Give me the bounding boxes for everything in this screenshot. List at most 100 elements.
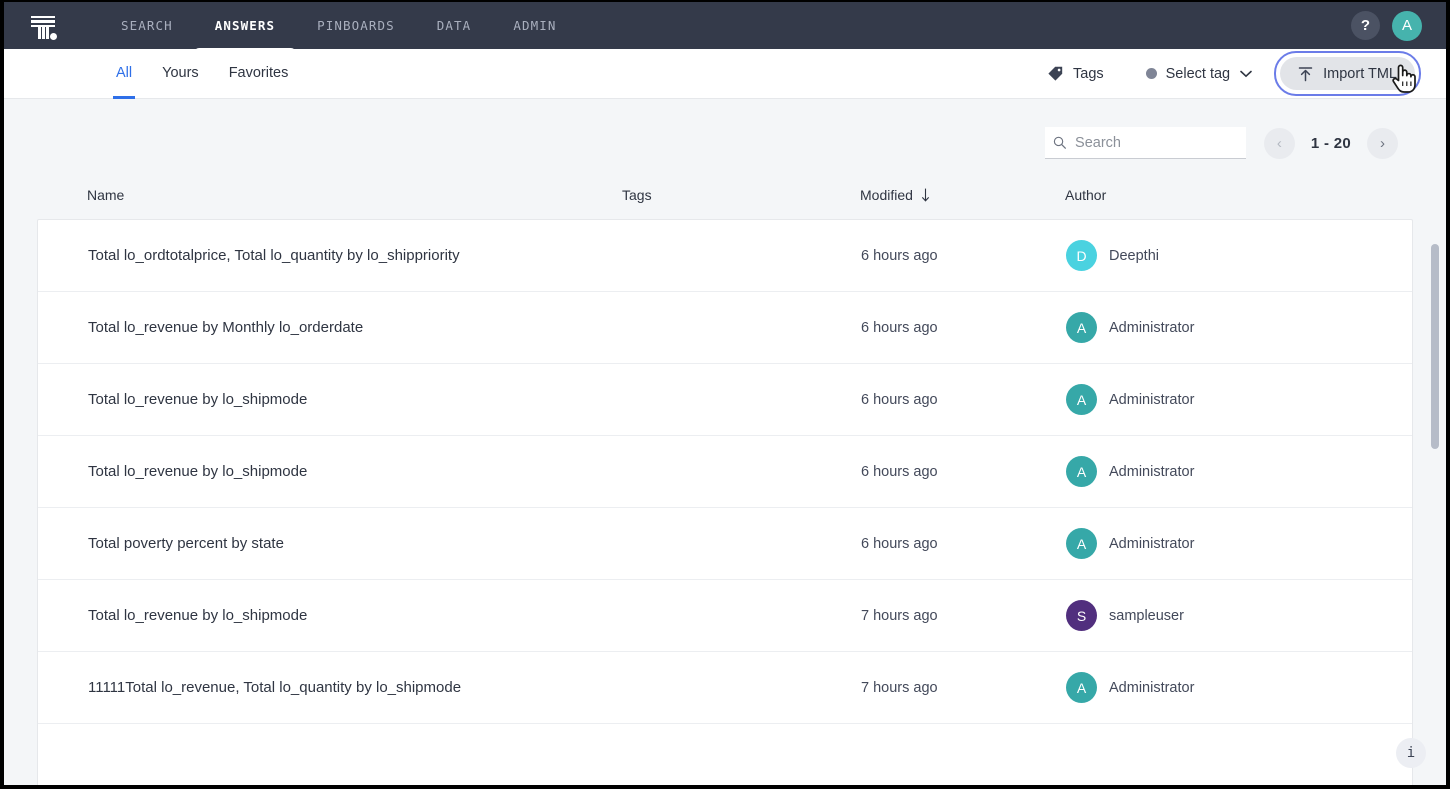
table-row[interactable]: 11111Total lo_revenue, Total lo_quantity… xyxy=(38,652,1412,724)
row-modified: 6 hours ago xyxy=(861,392,1066,408)
table-row[interactable]: Total lo_revenue by lo_shipmode 6 hours … xyxy=(38,436,1412,508)
author-name: Administrator xyxy=(1109,680,1194,696)
author-name: Administrator xyxy=(1109,392,1194,408)
search-box[interactable] xyxy=(1045,127,1246,159)
avatar: A xyxy=(1066,528,1097,559)
table-row[interactable]: Total lo_revenue by Monthly lo_orderdate… xyxy=(38,292,1412,364)
sub-navigation-bar: All Yours Favorites Tags Select tag xyxy=(4,49,1446,99)
tab-label: Yours xyxy=(162,65,199,81)
avatar-initial: A xyxy=(1077,464,1086,480)
row-name: Total lo_ordtotalprice, Total lo_quantit… xyxy=(38,247,623,264)
vertical-scrollbar-thumb[interactable] xyxy=(1431,244,1439,449)
user-avatar[interactable]: A xyxy=(1392,11,1422,41)
tab-favorites[interactable]: Favorites xyxy=(229,65,289,83)
help-icon[interactable]: ? xyxy=(1351,11,1380,40)
import-tml-button[interactable]: Import TML xyxy=(1280,57,1415,90)
nav-label: PINBOARDS xyxy=(317,18,395,33)
author-name: Administrator xyxy=(1109,536,1194,552)
row-modified: 7 hours ago xyxy=(861,680,1066,696)
row-author: A Administrator xyxy=(1066,312,1412,343)
tab-yours[interactable]: Yours xyxy=(162,65,199,83)
help-label: ? xyxy=(1361,17,1370,34)
avatar: A xyxy=(1066,672,1097,703)
avatar-initial: A xyxy=(1077,536,1086,552)
user-initial: A xyxy=(1402,17,1412,34)
row-author: A Administrator xyxy=(1066,456,1412,487)
main-nav-items: SEARCH ANSWERS PINBOARDS DATA ADMIN xyxy=(100,2,577,49)
row-name: 11111Total lo_revenue, Total lo_quantity… xyxy=(38,679,623,696)
next-page-icon: › xyxy=(1380,135,1385,152)
table-row[interactable] xyxy=(38,724,1412,785)
top-nav-actions: ? A xyxy=(1351,11,1446,41)
info-button[interactable]: i xyxy=(1396,738,1426,768)
prev-page-button[interactable]: ‹ xyxy=(1264,128,1295,159)
nav-label: DATA xyxy=(437,18,472,33)
row-modified: 6 hours ago xyxy=(861,464,1066,480)
row-author: A Administrator xyxy=(1066,384,1412,415)
search-input[interactable] xyxy=(1075,135,1238,151)
avatar: A xyxy=(1066,384,1097,415)
row-author: A Administrator xyxy=(1066,528,1412,559)
tag-icon xyxy=(1047,65,1064,82)
next-page-button[interactable]: › xyxy=(1367,128,1398,159)
avatar: S xyxy=(1066,600,1097,631)
row-modified: 6 hours ago xyxy=(861,248,1066,264)
nav-item-search[interactable]: SEARCH xyxy=(100,2,194,49)
nav-item-data[interactable]: DATA xyxy=(416,2,493,49)
tab-label: Favorites xyxy=(229,65,289,81)
avatar-initial: S xyxy=(1077,608,1086,624)
tag-color-dot-icon xyxy=(1146,68,1157,79)
table-row[interactable]: Total lo_ordtotalprice, Total lo_quantit… xyxy=(38,220,1412,292)
content-area: ‹ 1 - 20 › Name Tags Modified Author Tot… xyxy=(4,99,1446,785)
pagination: ‹ 1 - 20 › xyxy=(1264,128,1398,159)
row-author xyxy=(1066,745,1412,776)
table-row[interactable]: Total poverty percent by state 6 hours a… xyxy=(38,508,1412,580)
column-header-modified[interactable]: Modified xyxy=(860,187,1065,203)
table-row[interactable]: Total lo_revenue by lo_shipmode 7 hours … xyxy=(38,580,1412,652)
answers-table: Total lo_ordtotalprice, Total lo_quantit… xyxy=(37,219,1413,785)
sort-descending-icon xyxy=(920,188,931,202)
row-modified: 6 hours ago xyxy=(861,536,1066,552)
table-column-headers: Name Tags Modified Author xyxy=(37,187,1413,219)
column-header-tags[interactable]: Tags xyxy=(622,187,860,203)
row-modified: 7 hours ago xyxy=(861,608,1066,624)
nav-label: ANSWERS xyxy=(215,18,275,33)
search-icon xyxy=(1053,135,1066,150)
tab-all[interactable]: All xyxy=(116,65,132,83)
tab-label: All xyxy=(116,65,132,81)
column-header-name[interactable]: Name xyxy=(37,187,622,203)
select-tag-dropdown[interactable]: Select tag xyxy=(1146,66,1253,82)
nav-item-pinboards[interactable]: PINBOARDS xyxy=(296,2,416,49)
avatar-initial: A xyxy=(1077,392,1086,408)
row-author: A Administrator xyxy=(1066,672,1412,703)
page-range-label: 1 - 20 xyxy=(1300,135,1362,152)
select-tag-label: Select tag xyxy=(1166,66,1231,82)
row-name: Total lo_revenue by lo_shipmode xyxy=(38,607,623,624)
avatar: A xyxy=(1066,456,1097,487)
nav-item-answers[interactable]: ANSWERS xyxy=(194,2,296,49)
tags-button[interactable]: Tags xyxy=(1047,65,1104,82)
thoughtspot-logo-icon[interactable] xyxy=(26,9,60,43)
nav-label: ADMIN xyxy=(513,18,556,33)
row-modified: 6 hours ago xyxy=(861,320,1066,336)
application-window: SEARCH ANSWERS PINBOARDS DATA ADMIN ? A … xyxy=(4,2,1446,785)
nav-label: SEARCH xyxy=(121,18,173,33)
avatar-initial: D xyxy=(1076,248,1086,264)
avatar: D xyxy=(1066,240,1097,271)
list-toolbar: ‹ 1 - 20 › xyxy=(37,99,1413,187)
table-row[interactable]: Total lo_revenue by lo_shipmode 6 hours … xyxy=(38,364,1412,436)
author-name: Deepthi xyxy=(1109,248,1159,264)
sub-nav-actions: Tags Select tag Import TML xyxy=(1047,51,1446,96)
row-name: Total poverty percent by state xyxy=(38,535,623,552)
avatar xyxy=(1066,745,1097,776)
author-name: sampleuser xyxy=(1109,608,1184,624)
author-name: Administrator xyxy=(1109,464,1194,480)
row-name: Total lo_revenue by lo_shipmode xyxy=(38,391,623,408)
row-name: Total lo_revenue by Monthly lo_orderdate xyxy=(38,319,623,336)
column-header-author[interactable]: Author xyxy=(1065,187,1413,203)
row-author: D Deepthi xyxy=(1066,240,1412,271)
import-tml-label: Import TML xyxy=(1323,66,1397,82)
nav-item-admin[interactable]: ADMIN xyxy=(492,2,577,49)
avatar-initial: A xyxy=(1077,680,1086,696)
info-label: i xyxy=(1407,745,1415,761)
